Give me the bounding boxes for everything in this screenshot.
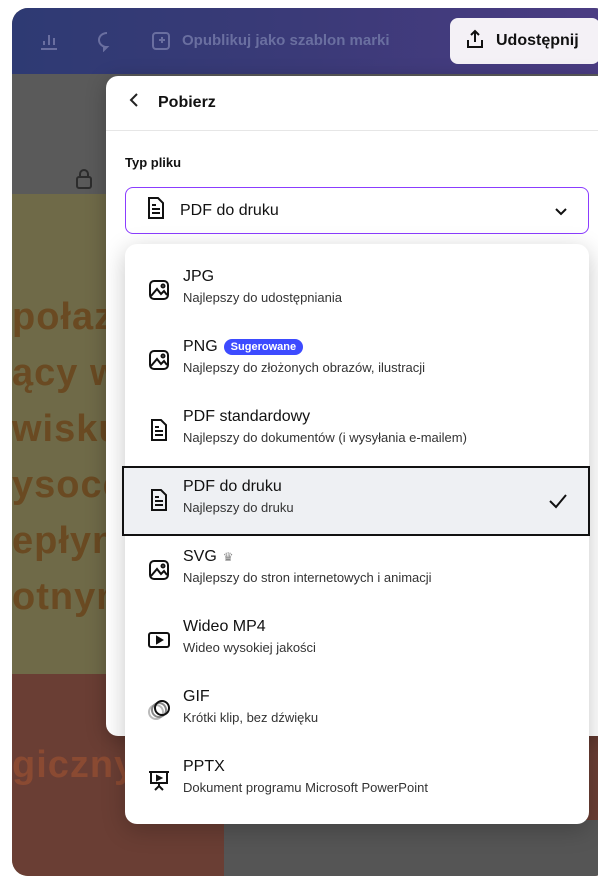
option-name: PPTX [183,758,225,775]
top-toolbar: Opublikuj jako szablon marki Udostępnij [12,8,598,74]
option-description: Najlepszy do udostępniania [183,290,342,305]
chart-icon[interactable] [38,30,60,52]
option-pdf-standard[interactable]: PDF standardowy Najlepszy do dokumentów … [125,396,589,466]
canvas-text-line: giczny [12,744,137,786]
document-icon [147,418,171,442]
option-png[interactable]: PNG Sugerowane Najlepszy do złożonych ob… [125,326,589,396]
canvas-text-line: epłyn [12,520,117,562]
panel-title: Pobierz [158,94,216,111]
image-icon [147,348,171,372]
checkmark-icon [548,492,568,515]
option-description: Najlepszy do dokumentów (i wysyłania e-m… [183,430,467,445]
option-svg[interactable]: SVG ♛ Najlepszy do stron internetowych i… [125,536,589,606]
option-jpg[interactable]: JPG Najlepszy do udostępniania [125,256,589,326]
gif-icon [147,698,171,722]
suggested-badge: Sugerowane [223,339,304,355]
image-icon [147,278,171,302]
option-description: Krótki klip, bez dźwięku [183,710,319,725]
option-description: Najlepszy do druku [183,500,294,515]
chevron-down-icon [552,202,570,225]
video-icon [147,628,171,652]
option-name: Wideo MP4 [183,618,266,635]
publish-as-brand-template-button[interactable]: Opublikuj jako szablon marki [182,32,390,49]
option-gif[interactable]: GIF Krótki klip, bez dźwięku [125,676,589,746]
panel-header: Pobierz [106,76,598,131]
document-icon [147,488,171,512]
option-description: Najlepszy do złożonych obrazów, ilustrac… [183,360,426,375]
image-icon [147,558,171,582]
back-icon[interactable] [128,91,140,115]
option-pptx[interactable]: PPTX Dokument programu Microsoft PowerPo… [125,746,589,816]
lock-icon[interactable] [74,168,94,195]
presentation-icon [147,768,171,792]
canvas-footer [224,820,598,876]
option-description: Najlepszy do stron internetowych i anima… [183,570,432,585]
option-description: Wideo wysokiej jakości [183,640,316,655]
option-name: GIF [183,688,210,705]
document-icon [146,196,166,225]
comment-icon[interactable] [96,30,118,53]
file-type-label: Typ pliku [125,155,182,170]
share-button[interactable]: Udostępnij [450,18,598,64]
option-name: PDF standardowy [183,408,311,425]
option-mp4[interactable]: Wideo MP4 Wideo wysokiej jakości [125,606,589,676]
file-type-select[interactable]: PDF do druku [125,187,589,234]
option-name: JPG [183,268,215,285]
file-type-selected-value: PDF do druku [180,201,279,219]
file-type-dropdown: JPG Najlepszy do udostępniania PNG Suger… [122,244,590,824]
canvas-text-line: ący w [12,352,121,394]
option-name: SVG [183,548,217,565]
share-label: Udostępnij [496,32,579,49]
upload-icon [464,28,486,55]
option-name: PDF do druku [183,478,282,495]
option-name: PNG [183,338,218,355]
option-description: Dokument programu Microsoft PowerPoint [183,780,428,795]
crown-icon: ♛ [222,550,234,564]
option-pdf-print[interactable]: PDF do druku Najlepszy do druku [122,466,590,536]
brand-template-icon[interactable] [150,30,172,52]
